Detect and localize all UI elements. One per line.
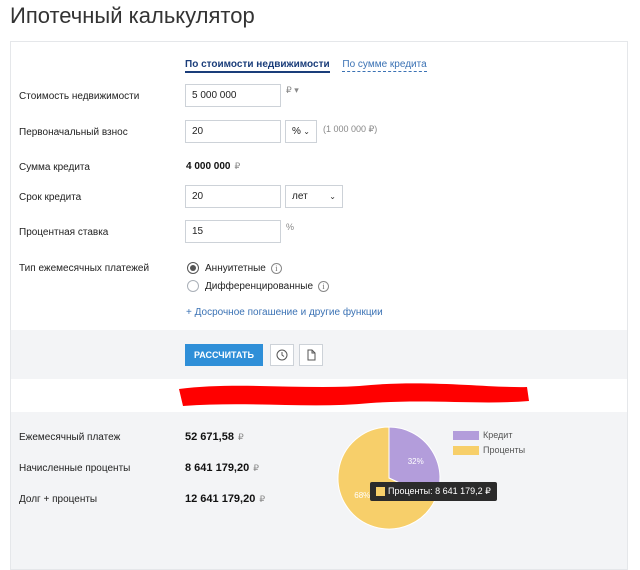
monthly-payment-number: 52 671,58: [185, 431, 234, 443]
chevron-down-icon: ⌄: [329, 192, 336, 201]
down-payment-input[interactable]: [185, 120, 281, 143]
document-icon: [307, 349, 316, 361]
property-cost-label: Стоимость недвижимости: [19, 91, 140, 102]
pie-label-1: 68%: [354, 491, 370, 500]
legend-item-credit[interactable]: Кредит: [453, 430, 525, 440]
chart-legend: Кредит Проценты: [453, 430, 525, 460]
property-cost-input[interactable]: [185, 84, 281, 107]
page-title: Ипотечный калькулятор: [10, 3, 255, 28]
tooltip-text: Проценты: 8 641 179,2 ₽: [388, 486, 491, 496]
legend-swatch-credit: [453, 430, 479, 440]
rate-label: Процентная ставка: [19, 227, 109, 238]
loan-amount-unit: ₽: [234, 161, 241, 171]
payment-type-label: Тип ежемесячных платежей: [19, 263, 150, 274]
pie-chart: 32% 68%: [337, 426, 441, 530]
currency-dropdown[interactable]: ₽ ▾: [286, 85, 299, 96]
radio-annuity-label: Аннуитетные: [205, 262, 266, 274]
form-area: По стоимости недвижимости По сумме креди…: [11, 42, 627, 330]
loan-amount-label: Сумма кредита: [19, 162, 90, 173]
interest-label: Начисленные проценты: [19, 463, 131, 474]
term-unit-select[interactable]: лет ⌄: [285, 185, 343, 208]
export-button[interactable]: [299, 344, 323, 366]
redacted-area: [11, 379, 627, 412]
tooltip-swatch: [376, 487, 385, 496]
term-input[interactable]: [185, 185, 281, 208]
chart-tooltip: Проценты: 8 641 179,2 ₽: [370, 482, 497, 501]
term-unit-value: лет: [292, 191, 308, 202]
clock-icon: [276, 349, 288, 361]
total-label: Долг + проценты: [19, 494, 98, 505]
down-payment-unit-select[interactable]: % ⌄: [285, 120, 317, 143]
monthly-payment-unit: ₽: [237, 432, 244, 442]
radio-annuity[interactable]: Аннуитетные i: [187, 262, 282, 274]
loan-amount-value: 4 000 000 ₽: [186, 161, 240, 172]
total-unit: ₽: [259, 494, 266, 504]
tab-by-loan-amount[interactable]: По сумме кредита: [342, 59, 427, 72]
pie-label-0: 32%: [408, 457, 424, 466]
down-payment-unit-value: %: [292, 126, 301, 137]
interest-value: 8 641 179,20 ₽: [185, 462, 259, 474]
interest-unit: ₽: [253, 463, 259, 473]
history-button[interactable]: [270, 344, 294, 366]
info-icon[interactable]: i: [270, 262, 282, 274]
legend-item-interest[interactable]: Проценты: [453, 445, 525, 455]
legend-label-interest: Проценты: [483, 445, 526, 455]
extra-options-link[interactable]: + Досрочное погашение и другие функции: [186, 307, 383, 318]
total-value: 12 641 179,20 ₽: [185, 493, 265, 505]
interest-number: 8 641 179,20: [185, 462, 250, 474]
radio-differentiated-circle[interactable]: [187, 280, 199, 292]
rate-unit: %: [286, 222, 295, 232]
legend-swatch-interest: [453, 445, 479, 455]
radio-differentiated[interactable]: Дифференцированные i: [187, 280, 330, 292]
calculate-button[interactable]: РАССЧИТАТЬ: [185, 344, 263, 366]
rate-input[interactable]: [185, 220, 281, 243]
info-icon[interactable]: i: [318, 280, 330, 292]
calculator-panel: По стоимости недвижимости По сумме креди…: [10, 41, 628, 570]
total-number: 12 641 179,20: [185, 493, 256, 505]
radio-annuity-circle[interactable]: [187, 262, 199, 274]
monthly-payment-label: Ежемесячный платеж: [19, 432, 121, 443]
down-payment-label: Первоначальный взнос: [19, 127, 128, 138]
chevron-down-icon: ⌄: [303, 127, 310, 136]
down-payment-hint: (1 000 000 ₽): [323, 124, 378, 134]
tab-by-property-cost[interactable]: По стоимости недвижимости: [185, 59, 330, 73]
monthly-payment-value: 52 671,58 ₽: [185, 431, 244, 443]
loan-amount-number: 4 000 000: [186, 161, 231, 172]
radio-differentiated-label: Дифференцированные: [205, 280, 314, 292]
legend-label-credit: Кредит: [483, 430, 513, 440]
term-label: Срок кредита: [19, 192, 82, 203]
redaction-scribble: [179, 383, 529, 406]
mode-tabs: По стоимости недвижимости По сумме креди…: [185, 59, 437, 73]
